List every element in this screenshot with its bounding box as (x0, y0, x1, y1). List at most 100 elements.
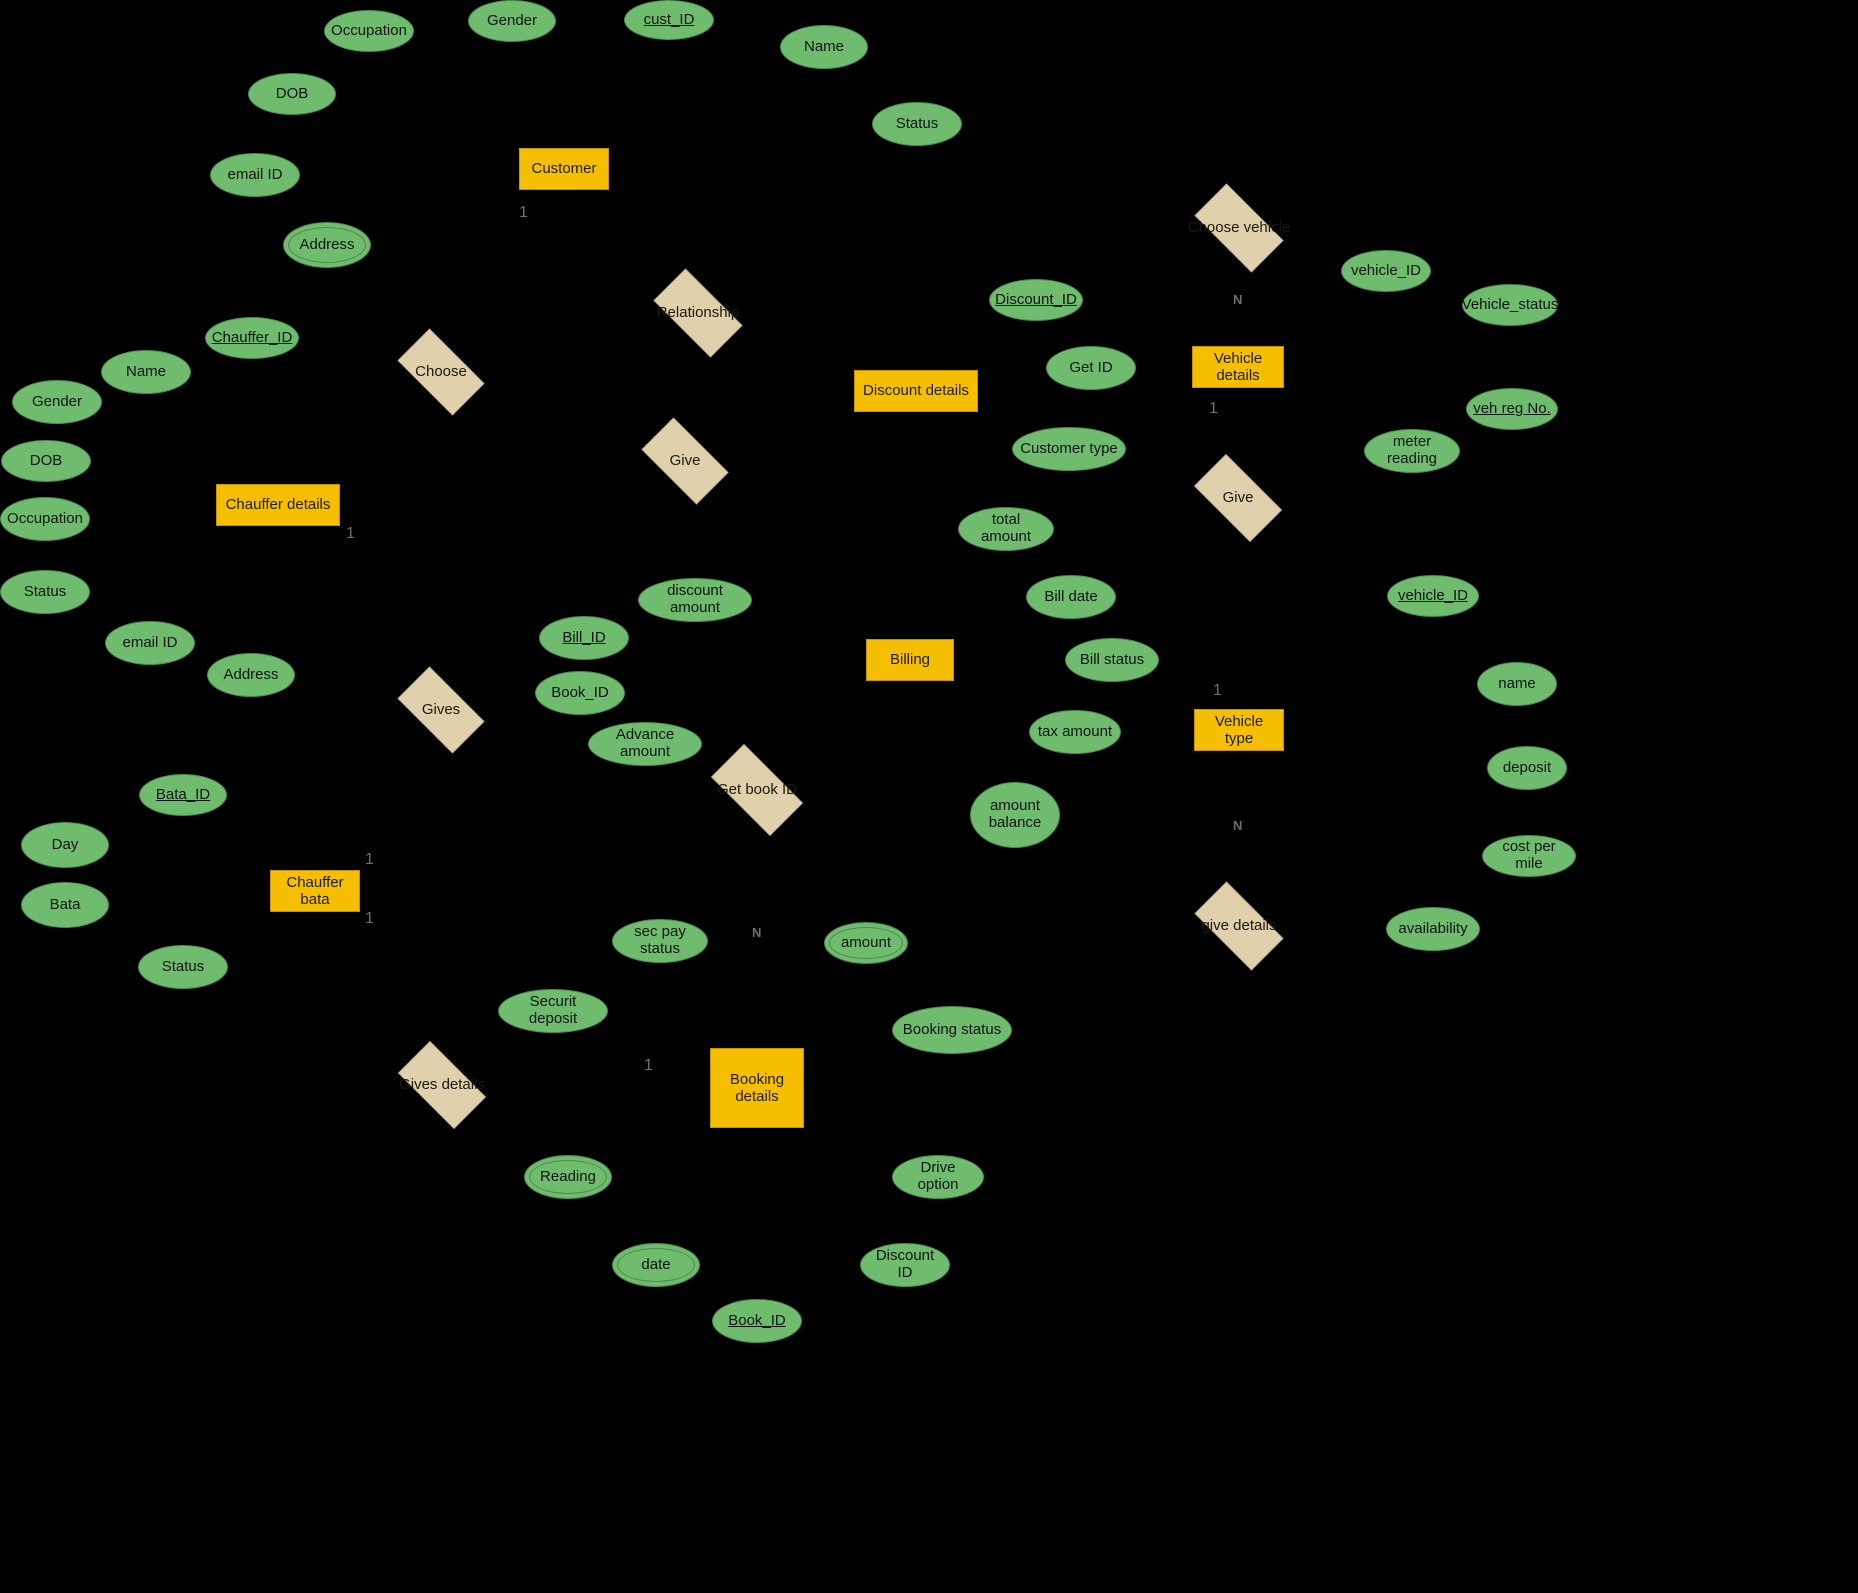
attribute-disc-id[interactable]: Discount_ID (989, 279, 1083, 321)
relationship-choose[interactable]: Choose (386, 328, 496, 416)
attribute-veh-reg-no[interactable]: veh reg No. (1466, 388, 1558, 430)
entity-booking-details[interactable]: Booking details (710, 1048, 804, 1128)
attribute-cust-gender[interactable]: Gender (468, 0, 556, 42)
attribute-label: sec pay status (634, 923, 686, 957)
attribute-label: veh reg No. (1473, 399, 1551, 417)
attribute-cust-status[interactable]: Status (872, 102, 962, 146)
attribute-label: Gender (486, 11, 538, 29)
attribute-bk-book-id[interactable]: Book_ID (712, 1299, 802, 1343)
attribute-bill-status[interactable]: Bill status (1065, 638, 1159, 682)
entity-label: Chauffer details (225, 496, 331, 514)
attribute-label: vehicle_ID (1397, 586, 1469, 604)
attribute-ch-status[interactable]: Status (0, 570, 90, 614)
attribute-disc-get-id[interactable]: Get ID (1046, 346, 1136, 390)
attribute-bill-book-id[interactable]: Book_ID (535, 671, 625, 715)
relationship-gives-details[interactable]: Gives details (386, 1041, 498, 1129)
attribute-label: Bata_ID (155, 785, 211, 803)
entity-customer[interactable]: Customer (519, 148, 609, 190)
attribute-ch-id[interactable]: Chauffer_ID (205, 317, 299, 359)
attribute-veh-status[interactable]: Vehicle_status (1462, 284, 1558, 326)
attribute-vt-availability[interactable]: availability (1386, 907, 1480, 951)
entity-billing[interactable]: Billing (866, 639, 954, 681)
attribute-ch-occupation[interactable]: Occupation (0, 497, 90, 541)
relationship-label: give details (1201, 916, 1277, 934)
attribute-vt-cost-per-mile[interactable]: cost per mile (1482, 835, 1576, 877)
attribute-bill-id[interactable]: Bill_ID (539, 616, 629, 660)
attribute-bata-id[interactable]: Bata_ID (139, 774, 227, 816)
attribute-bk-discount-id[interactable]: Discount ID (860, 1243, 950, 1287)
attribute-label: Discount ID (875, 1247, 935, 1281)
attribute-bk-sec-pay[interactable]: sec pay status (612, 919, 708, 963)
entity-chauffer-details[interactable]: Chauffer details (216, 484, 340, 526)
attribute-label: Book_ID (728, 1311, 786, 1329)
attribute-label: Drive option (917, 1159, 959, 1193)
attribute-label: Bill_ID (562, 628, 606, 646)
attribute-label: Gender (31, 392, 83, 410)
attribute-ch-gender[interactable]: Gender (12, 380, 102, 424)
attribute-label: Get ID (1069, 358, 1113, 376)
connector-cust-id-to-customer (563, 19, 670, 170)
attribute-bill-total[interactable]: total amount (958, 507, 1054, 551)
attribute-veh-meter[interactable]: meter reading (1364, 429, 1460, 473)
attribute-label: cost per mile (1502, 838, 1556, 872)
attribute-bill-discount-amount[interactable]: discount amount (638, 578, 752, 622)
attribute-ch-name[interactable]: Name (101, 350, 191, 394)
attribute-ch-email[interactable]: email ID (105, 621, 195, 665)
attribute-cust-id[interactable]: cust_ID (624, 0, 714, 40)
connector-bill-book-id-to-billing (579, 659, 911, 694)
attribute-vt-name[interactable]: name (1477, 662, 1557, 706)
attribute-label: Discount_ID (995, 290, 1077, 308)
attribute-cust-address[interactable]: Address (283, 222, 371, 268)
entity-discount-details[interactable]: Discount details (854, 370, 978, 412)
attribute-vt-deposit[interactable]: deposit (1487, 746, 1567, 790)
attribute-label: Advance amount (615, 726, 675, 760)
entity-vehicle-details[interactable]: Vehicle details (1192, 346, 1284, 388)
entity-label: Discount details (863, 382, 969, 400)
attribute-vt-vehicle-id[interactable]: vehicle_ID (1387, 575, 1479, 617)
attribute-veh-id[interactable]: vehicle_ID (1341, 250, 1431, 292)
attribute-label: Address (223, 665, 279, 683)
attribute-cust-occupation[interactable]: Occupation (324, 10, 414, 52)
attribute-label: Name (803, 37, 844, 55)
attribute-bill-tax[interactable]: tax amount (1029, 710, 1121, 754)
attribute-bk-date[interactable]: date (612, 1243, 700, 1287)
entity-chauffer-bata[interactable]: Chauffer bata (270, 870, 360, 912)
connector-cust-gender-to-customer (511, 20, 565, 170)
relationship-choose-vehicle[interactable]: Choose vehicle (1182, 183, 1296, 273)
relationship-relationship[interactable]: Relationship (641, 268, 755, 358)
attribute-bill-advance[interactable]: Advance amount (588, 722, 702, 766)
attribute-ch-dob[interactable]: DOB (1, 440, 91, 482)
attribute-bill-balance[interactable]: amount balance (970, 782, 1060, 848)
attribute-label: date (641, 1255, 671, 1273)
cardinality-chauffer-gives: 1 (346, 525, 355, 542)
connector-ch-address-to-chauffer-details (250, 504, 279, 676)
relationship-label: Choose (415, 362, 467, 380)
attribute-bata-bata[interactable]: Bata (21, 882, 109, 928)
attribute-bata-status[interactable]: Status (138, 945, 228, 989)
attribute-ch-address[interactable]: Address (207, 653, 295, 697)
attribute-bata-day[interactable]: Day (21, 822, 109, 868)
attribute-cust-name[interactable]: Name (780, 25, 868, 69)
relationship-give-vehicle[interactable]: Give (1182, 454, 1294, 542)
cardinality-customer-choose: 1 (519, 204, 528, 221)
connector-give-vehicle-to-vehicle-type (1237, 497, 1240, 731)
attribute-bk-amount[interactable]: amount (824, 922, 908, 964)
relationship-label: Gives details (399, 1075, 485, 1093)
attribute-bk-status[interactable]: Booking status (892, 1006, 1012, 1054)
entity-vehicle-type[interactable]: Vehicle type (1194, 709, 1284, 751)
relationship-gives[interactable]: Gives (386, 666, 496, 754)
relationship-label: Get book ID (716, 780, 798, 798)
attribute-cust-email[interactable]: email ID (210, 153, 300, 197)
attribute-label: email ID (227, 165, 283, 183)
attribute-disc-cust-type[interactable]: Customer type (1012, 427, 1126, 471)
relationship-get-book-id[interactable]: Get book ID (698, 744, 816, 836)
attribute-cust-dob[interactable]: DOB (248, 73, 336, 115)
attribute-bill-date[interactable]: Bill date (1026, 575, 1116, 619)
attribute-bk-reading[interactable]: Reading (524, 1155, 612, 1199)
relationship-give-customer[interactable]: Give (630, 417, 740, 505)
attribute-bk-drive-option[interactable]: Drive option (892, 1155, 984, 1199)
attribute-label: Booking status (902, 1020, 1002, 1038)
attribute-bk-sec-deposit[interactable]: Securit deposit (498, 989, 608, 1033)
attribute-label: Bata (49, 895, 81, 913)
relationship-give-details[interactable]: give details (1182, 881, 1296, 971)
